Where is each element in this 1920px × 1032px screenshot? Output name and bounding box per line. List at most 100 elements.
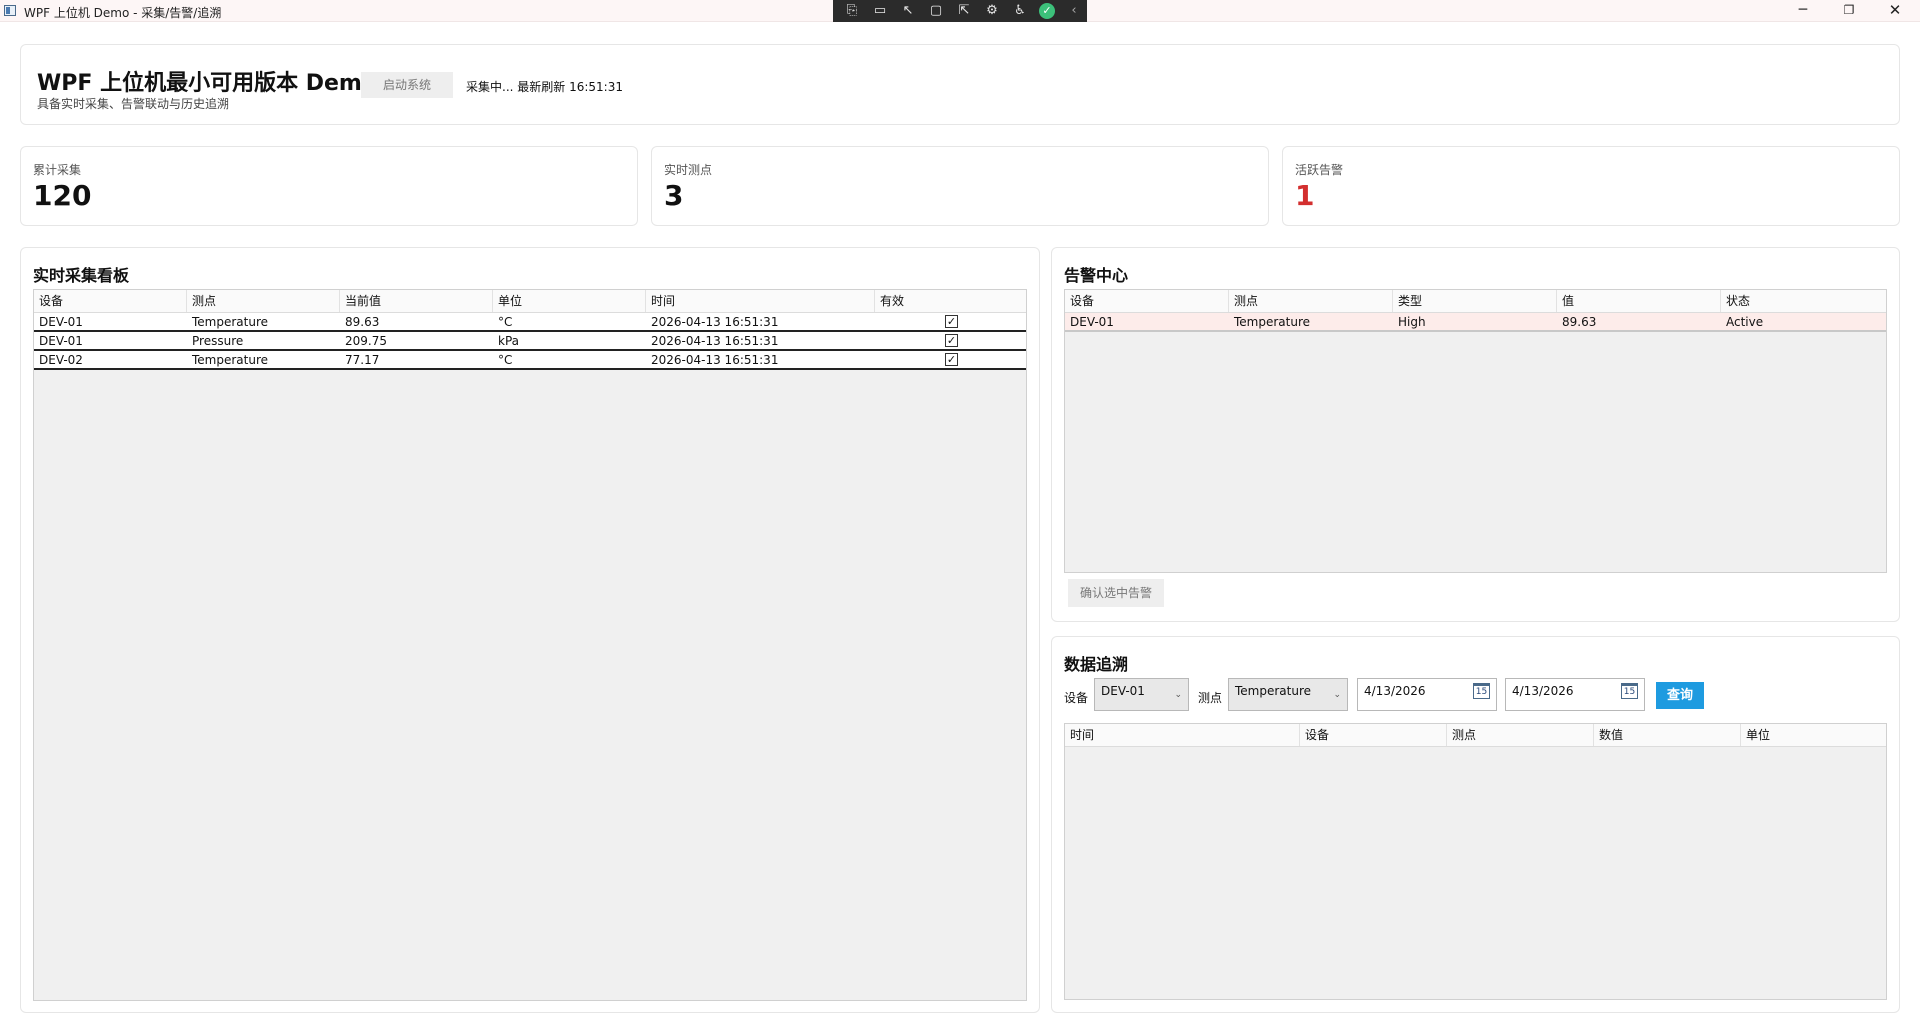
- trace-grid[interactable]: 时间 设备 测点 数值 单位: [1064, 723, 1887, 1000]
- window-title: WPF 上位机 Demo - 采集/告警/追溯: [24, 6, 222, 20]
- stat-label: 实时测点: [664, 163, 713, 177]
- stat-card-active-alarms: 活跃告警 1: [1282, 146, 1900, 226]
- stat-label: 活跃告警: [1295, 163, 1344, 177]
- cell-point: Pressure: [192, 334, 244, 348]
- debug-toolbar: ⎘ ▭ ↖ ▢ ⇱ ⚙ ♿ ✓ ‹: [833, 0, 1087, 22]
- cell-device: DEV-01: [39, 315, 83, 329]
- grid-header: 时间 设备 测点 数值 单位: [1065, 724, 1886, 747]
- alarm-grid[interactable]: 设备 测点 类型 值 状态 DEV-01 Temperature High 89…: [1064, 289, 1887, 573]
- grid-header: 设备 测点 当前值 单位 时间 有效: [34, 290, 1026, 313]
- column-header[interactable]: 类型: [1393, 290, 1557, 312]
- video-icon[interactable]: ▭: [871, 3, 889, 19]
- cell-time: 2026-04-13 16:51:31: [651, 353, 779, 367]
- maximize-button[interactable]: ❐: [1826, 0, 1872, 22]
- accessibility-icon[interactable]: ♿: [1011, 3, 1029, 19]
- stat-card-total-collected: 累计采集 120: [20, 146, 638, 226]
- cell-unit: kPa: [498, 334, 519, 348]
- chevron-down-icon: ⌄: [1174, 690, 1182, 700]
- cell-value: 209.75: [345, 334, 387, 348]
- cell-time: 2026-04-13 16:51:31: [651, 334, 779, 348]
- stat-value: 3: [664, 179, 684, 212]
- date-from-picker[interactable]: 4/13/2026 15: [1357, 678, 1497, 711]
- cell-valid: ✓: [875, 332, 1026, 349]
- cell-valid: ✓: [875, 313, 1026, 330]
- column-header[interactable]: 时间: [1065, 724, 1300, 746]
- alarm-title: 告警中心: [1064, 266, 1129, 285]
- acknowledge-alarm-button[interactable]: 确认选中告警: [1068, 579, 1164, 607]
- grid-header: 设备 测点 类型 值 状态: [1065, 290, 1886, 313]
- realtime-title: 实时采集看板: [33, 266, 130, 285]
- column-header[interactable]: 单位: [1741, 724, 1886, 746]
- cell-time: 2026-04-13 16:51:31: [651, 315, 779, 329]
- column-header[interactable]: 测点: [187, 290, 340, 312]
- cell-value: 89.63: [345, 315, 380, 329]
- column-header[interactable]: 有效: [875, 290, 1026, 312]
- table-row[interactable]: DEV-02 Temperature 77.17 °C 2026-04-13 1…: [34, 351, 1026, 370]
- cell-point: Temperature: [192, 315, 269, 329]
- stat-label: 累计采集: [33, 163, 82, 177]
- select-element-icon[interactable]: ↖: [899, 3, 917, 19]
- page-subtitle: 具备实时采集、告警联动与历史追溯: [37, 97, 230, 111]
- trace-title: 数据追溯: [1064, 655, 1129, 674]
- binding-ok-icon[interactable]: ✓: [1039, 3, 1055, 19]
- page-title: WPF 上位机最小可用版本 Demo: [37, 71, 377, 96]
- close-button[interactable]: ✕: [1872, 0, 1918, 22]
- track-focus-icon[interactable]: ⇱: [955, 3, 973, 19]
- column-header[interactable]: 测点: [1447, 724, 1594, 746]
- column-header[interactable]: 设备: [1065, 290, 1229, 312]
- column-header[interactable]: 数值: [1594, 724, 1741, 746]
- stat-value: 120: [33, 179, 92, 212]
- alarm-panel: 告警中心 设备 测点 类型 值 状态 DEV-01 Temperature Hi…: [1051, 247, 1900, 622]
- collapse-chevron-icon[interactable]: ‹: [1065, 3, 1083, 19]
- calendar-icon[interactable]: 15: [1621, 683, 1638, 699]
- app-icon: [4, 5, 16, 16]
- calendar-icon[interactable]: 15: [1473, 683, 1490, 699]
- cell-point: Temperature: [1234, 315, 1311, 329]
- status-text: 采集中... 最新刷新 16:51:31: [466, 80, 623, 94]
- date-from-value: 4/13/2026: [1364, 684, 1426, 698]
- cell-unit: °C: [498, 353, 513, 367]
- display-layout-icon[interactable]: ▢: [927, 3, 945, 19]
- query-button[interactable]: 查询: [1656, 682, 1704, 709]
- column-header[interactable]: 设备: [1300, 724, 1447, 746]
- date-to-picker[interactable]: 4/13/2026 15: [1505, 678, 1645, 711]
- device-label: 设备: [1064, 691, 1089, 705]
- live-tree-icon[interactable]: ⎘: [843, 3, 861, 19]
- minimize-button[interactable]: ─: [1780, 0, 1826, 22]
- stat-card-realtime-points: 实时测点 3: [651, 146, 1269, 226]
- cell-point: Temperature: [192, 353, 269, 367]
- valid-checkbox[interactable]: ✓: [945, 334, 958, 347]
- device-combo[interactable]: DEV-01 ⌄: [1094, 678, 1189, 711]
- point-combo-value: Temperature: [1235, 684, 1312, 698]
- cell-value: 89.63: [1562, 315, 1597, 329]
- column-header[interactable]: 值: [1557, 290, 1721, 312]
- date-to-value: 4/13/2026: [1512, 684, 1574, 698]
- cell-unit: °C: [498, 315, 513, 329]
- column-header[interactable]: 状态: [1721, 290, 1886, 312]
- alarm-row[interactable]: DEV-01 Temperature High 89.63 Active: [1065, 313, 1886, 332]
- valid-checkbox[interactable]: ✓: [945, 353, 958, 366]
- column-header[interactable]: 单位: [493, 290, 646, 312]
- cell-status: Active: [1726, 315, 1764, 329]
- point-label: 测点: [1198, 691, 1223, 705]
- point-combo[interactable]: Temperature ⌄: [1228, 678, 1348, 711]
- cell-device: DEV-02: [39, 353, 83, 367]
- settings-icon[interactable]: ⚙: [983, 3, 1001, 19]
- column-header[interactable]: 设备: [34, 290, 187, 312]
- cell-valid: ✓: [875, 351, 1026, 368]
- realtime-grid[interactable]: 设备 测点 当前值 单位 时间 有效 DEV-01 Temperature 89…: [33, 289, 1027, 1001]
- start-system-button[interactable]: 启动系统: [361, 72, 453, 98]
- trace-panel: 数据追溯 设备 DEV-01 ⌄ 测点 Temperature ⌄ 4/13/2…: [1051, 636, 1900, 1013]
- cell-value: 77.17: [345, 353, 380, 367]
- column-header[interactable]: 测点: [1229, 290, 1393, 312]
- device-combo-value: DEV-01: [1101, 684, 1145, 698]
- stat-value: 1: [1295, 179, 1315, 212]
- column-header[interactable]: 时间: [646, 290, 875, 312]
- valid-checkbox[interactable]: ✓: [945, 315, 958, 328]
- chevron-down-icon: ⌄: [1333, 690, 1341, 700]
- table-row[interactable]: DEV-01 Pressure 209.75 kPa 2026-04-13 16…: [34, 332, 1026, 351]
- table-row[interactable]: DEV-01 Temperature 89.63 °C 2026-04-13 1…: [34, 313, 1026, 332]
- cell-device: DEV-01: [39, 334, 83, 348]
- cell-type: High: [1398, 315, 1426, 329]
- column-header[interactable]: 当前值: [340, 290, 493, 312]
